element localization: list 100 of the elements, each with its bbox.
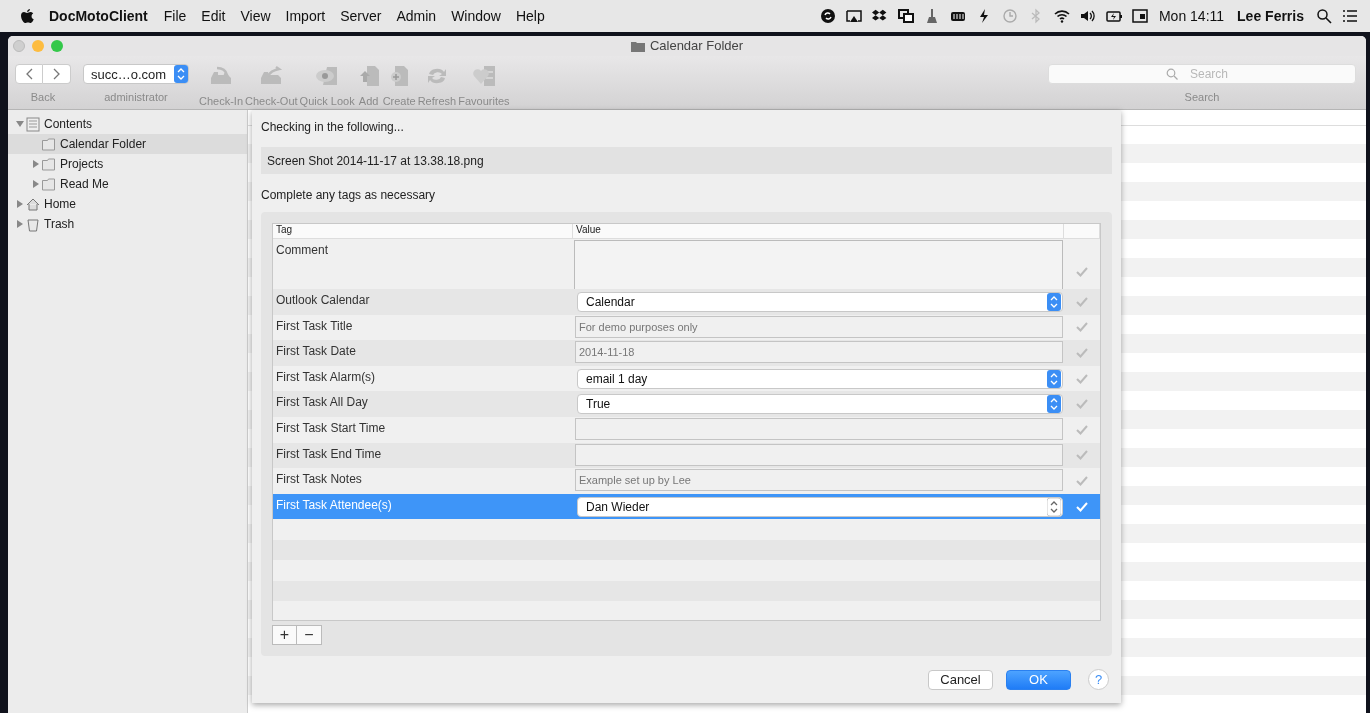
tree-item[interactable]: Projects xyxy=(8,154,247,174)
list-icon[interactable] xyxy=(1342,8,1358,24)
stepper-icon xyxy=(1047,293,1061,311)
value-dropdown[interactable]: True xyxy=(577,394,1063,415)
heading-text: Checking in the following... xyxy=(261,120,405,136)
table-row[interactable]: Outlook Calendar Calendar xyxy=(273,289,1100,315)
trash-icon xyxy=(26,216,40,232)
search-field[interactable]: Search xyxy=(1048,64,1356,84)
toolbar-label: administrator xyxy=(104,91,168,103)
tree-item[interactable]: Trash xyxy=(8,214,247,234)
checkmark-icon[interactable] xyxy=(1076,424,1088,435)
table-row[interactable]: First Task End Time xyxy=(273,442,1100,469)
collapsed-triangle-icon[interactable] xyxy=(16,220,24,228)
battery-icon[interactable] xyxy=(1105,8,1122,24)
tag-name: First Task Alarm(s) xyxy=(275,368,377,386)
tree-item[interactable]: Calendar Folder xyxy=(8,134,247,154)
eye-icon xyxy=(315,64,340,88)
instruction-text: Complete any tags as necessary xyxy=(261,188,437,204)
table-row[interactable]: First Task Date 2014-11-18 xyxy=(273,340,1100,366)
tree-item[interactable]: Home xyxy=(8,194,247,214)
checkmark-icon[interactable] xyxy=(1076,475,1088,486)
text-field[interactable]: Example set up by Lee xyxy=(575,469,1063,492)
collapsed-triangle-icon[interactable] xyxy=(32,180,40,188)
sync-icon[interactable] xyxy=(819,8,836,24)
windows-icon[interactable] xyxy=(897,8,914,24)
value-dropdown[interactable]: Calendar xyxy=(577,292,1063,312)
toolbar-label: Back xyxy=(30,91,56,103)
menu-item[interactable]: Admin xyxy=(396,8,437,24)
volume-icon[interactable] xyxy=(1079,8,1096,24)
checkmark-icon[interactable] xyxy=(1076,267,1088,277)
tag-name: First Task All Day xyxy=(275,394,369,412)
checkmark-icon[interactable] xyxy=(1076,348,1088,358)
menu-item[interactable]: View xyxy=(240,8,271,24)
menu-item[interactable]: Edit xyxy=(201,8,226,24)
stepper-icon xyxy=(1047,369,1061,388)
menu-item[interactable]: Server xyxy=(340,8,382,24)
text-field[interactable] xyxy=(575,417,1063,440)
text-field[interactable] xyxy=(575,443,1063,466)
file-name: Screen Shot 2014-11-17 at 13.38.18.png xyxy=(261,147,1112,174)
checkmark-icon[interactable] xyxy=(1076,450,1088,461)
checkmark-icon[interactable] xyxy=(1076,373,1088,384)
add-button[interactable]: + xyxy=(272,625,297,645)
value-dropdown[interactable]: email 1 day xyxy=(577,368,1063,389)
text-field[interactable]: For demo purposes only xyxy=(575,315,1063,338)
tag-name: Outlook Calendar xyxy=(275,292,371,309)
tree-item[interactable]: Contents xyxy=(8,114,247,134)
table-row[interactable]: First Task Attendee(s) Dan Wieder xyxy=(273,493,1100,520)
cabinet-icon xyxy=(26,116,40,132)
menu-item[interactable]: Import xyxy=(285,8,326,24)
cancel-button[interactable]: Cancel xyxy=(928,669,993,690)
back-icon xyxy=(25,68,33,80)
dropbox-icon[interactable] xyxy=(871,8,888,24)
tag-name: First Task Title xyxy=(275,317,354,335)
folder-icon xyxy=(42,156,56,172)
server-dropdown[interactable]: succ…o.com xyxy=(83,64,189,84)
collapsed-triangle-icon[interactable] xyxy=(32,160,40,168)
menu-item[interactable]: Window xyxy=(451,8,501,24)
checkmark-icon[interactable] xyxy=(1076,322,1088,333)
table-row[interactable]: First Task All Day True xyxy=(273,391,1100,417)
search-icon[interactable] xyxy=(1316,8,1332,24)
user-menu[interactable]: Lee Ferris xyxy=(1237,8,1304,24)
text-field[interactable]: 2014-11-18 xyxy=(575,341,1063,364)
toolbar-label: Search xyxy=(1184,91,1220,103)
remove-button[interactable]: − xyxy=(297,625,322,645)
collapsed-triangle-icon[interactable] xyxy=(16,200,24,208)
search-icon xyxy=(1166,68,1178,80)
column-header: Tag xyxy=(273,224,573,238)
stepper-icon xyxy=(1047,497,1061,516)
expanded-triangle-icon[interactable] xyxy=(16,120,24,128)
checkmark-icon[interactable] xyxy=(1076,296,1088,307)
app-menu[interactable]: DocMotoClient xyxy=(49,8,148,24)
menu-item[interactable]: Help xyxy=(515,8,545,24)
folder-icon xyxy=(630,39,645,52)
tag-name: First Task End Time xyxy=(275,445,383,463)
tag-name: First Task Start Time xyxy=(275,419,387,437)
tag-name: First Task Date xyxy=(275,343,357,361)
heart-cabinet-icon xyxy=(471,64,496,88)
tag-name: Comment xyxy=(275,242,329,259)
wifi-icon[interactable] xyxy=(1053,8,1070,24)
zoom-button[interactable] xyxy=(51,40,63,52)
airplay-icon[interactable] xyxy=(845,8,862,24)
tag-name: First Task Notes xyxy=(275,471,363,489)
stepper-icon xyxy=(174,65,188,83)
clock-text[interactable]: Mon 14:11 xyxy=(1158,8,1225,24)
value-dropdown[interactable]: Dan Wieder xyxy=(577,496,1063,517)
forward-button[interactable] xyxy=(43,64,71,84)
tag-name: First Task Attendee(s) xyxy=(275,496,393,514)
calendar-icon[interactable] xyxy=(1131,8,1148,24)
stepper-icon xyxy=(1047,395,1061,414)
tree-item[interactable]: Read Me xyxy=(8,174,247,194)
checkmark-icon[interactable] xyxy=(1076,399,1088,410)
column-header: Value xyxy=(573,224,1064,238)
comment-field[interactable] xyxy=(574,240,1063,292)
folder-icon xyxy=(42,176,56,192)
forward-icon xyxy=(52,68,61,80)
apple-icon xyxy=(20,8,34,24)
menu-item[interactable]: File xyxy=(163,8,187,24)
clock-icon[interactable] xyxy=(1001,8,1018,24)
house-icon xyxy=(26,196,40,212)
back-button[interactable] xyxy=(15,64,43,84)
